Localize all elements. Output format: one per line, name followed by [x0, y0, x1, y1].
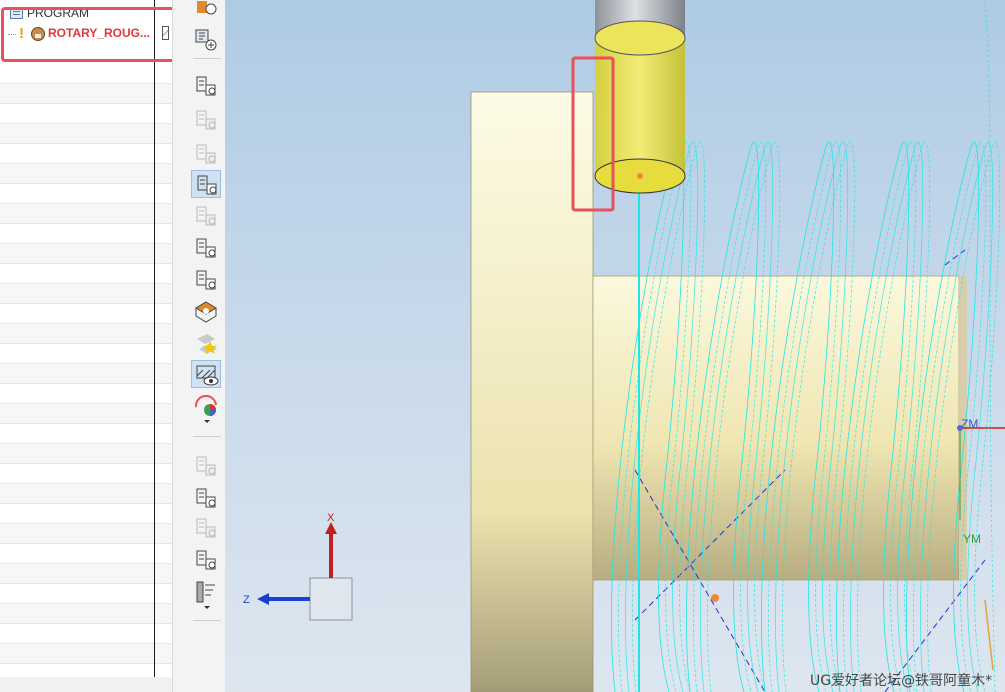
navigator-row[interactable]: [0, 324, 172, 344]
display-blank-button[interactable]: [191, 360, 221, 388]
triad-origin-box: [309, 577, 353, 621]
navigator-row[interactable]: [0, 204, 172, 224]
triad-z-arrow: [257, 593, 269, 605]
wcs-ym-label: YM: [963, 532, 981, 546]
generate-toolpath-icon: [194, 172, 220, 203]
navigator-row[interactable]: [0, 344, 172, 364]
graphics-window[interactable]: ZM YM X Z UG爱好者论坛@铁哥阿童木*: [225, 0, 1005, 692]
navigator-row[interactable]: [0, 84, 172, 104]
check-toolpath-button[interactable]: [191, 484, 221, 512]
navigator-row[interactable]: [0, 544, 172, 564]
navigator-row[interactable]: [0, 524, 172, 544]
display-blank-icon: [194, 362, 220, 393]
navigator-row[interactable]: [0, 444, 172, 464]
check-gouge-icon: [193, 515, 219, 546]
navigator-row[interactable]: [0, 504, 172, 524]
navigator-row[interactable]: [0, 584, 172, 604]
post-process-icon: [193, 235, 219, 266]
regenerate-toolpath-icon: [193, 107, 219, 138]
verify-toolpath-button[interactable]: [191, 202, 221, 230]
sync-manager-icon: [193, 547, 219, 578]
regenerate-toolpath-button[interactable]: [191, 106, 221, 134]
workpiece-flange: [470, 91, 594, 692]
replay-toolpath-button[interactable]: [191, 72, 221, 100]
operation-navigator: PROGRAM ! ROTARY_ROUG...: [0, 0, 172, 692]
navigator-row[interactable]: [0, 484, 172, 504]
tool-top-ellipse: [594, 20, 686, 56]
triad-x-label: X: [327, 512, 335, 524]
navigator-row[interactable]: [0, 244, 172, 264]
list-toolpath-icon: [193, 141, 219, 172]
material-removal-icon: [193, 299, 219, 330]
check-toolpath-icon: [193, 485, 219, 516]
tool-tip-point: [637, 173, 643, 179]
column-separator[interactable]: [154, 0, 155, 677]
navigator-row[interactable]: [0, 64, 172, 84]
triad-z-label: Z: [243, 594, 250, 606]
dropdown-arrow-icon[interactable]: [204, 420, 210, 423]
navigator-row[interactable]: [0, 224, 172, 244]
create-operation-button[interactable]: [191, 26, 221, 54]
navigator-scrollbar[interactable]: [0, 677, 172, 692]
model-scene: ZM YM X Z: [243, 0, 1005, 692]
navigator-row[interactable]: [0, 384, 172, 404]
toolbar-separator: [193, 436, 221, 437]
shop-documentation-icon: [193, 267, 219, 298]
verify-toolpath-icon: [193, 203, 219, 234]
navigator-row[interactable]: [0, 644, 172, 664]
mark-complete-icon: [193, 331, 219, 362]
view-triad[interactable]: X Z: [243, 512, 353, 621]
post-process-button[interactable]: [191, 234, 221, 262]
engage-point: [711, 594, 719, 602]
navigator-row[interactable]: [0, 264, 172, 284]
check-gouge-button[interactable]: [191, 514, 221, 542]
material-removal-button[interactable]: [191, 298, 221, 326]
navigator-row[interactable]: [0, 164, 172, 184]
navigator-row[interactable]: [0, 184, 172, 204]
navigator-empty-rows: [0, 64, 172, 684]
create-program-button[interactable]: [191, 0, 221, 26]
toolbar-separator: [193, 620, 221, 621]
shop-documentation-button[interactable]: [191, 266, 221, 294]
replay-toolpath-icon: [193, 73, 219, 104]
generate-toolpath-button[interactable]: [191, 170, 221, 198]
simulate-machine-button[interactable]: [191, 452, 221, 480]
dropdown-arrow-icon[interactable]: [204, 606, 210, 609]
list-toolpath-button[interactable]: [191, 140, 221, 168]
create-operation-icon: [193, 27, 219, 58]
navigator-row[interactable]: [0, 364, 172, 384]
simulate-machine-icon: [193, 453, 219, 484]
color-palette-button[interactable]: [191, 394, 221, 422]
navigator-row[interactable]: [0, 104, 172, 124]
wcs-zm-label: ZM: [961, 417, 978, 431]
annotation-highlight-box: [1, 7, 172, 62]
sync-manager-button[interactable]: [191, 546, 221, 574]
navigator-row[interactable]: [0, 624, 172, 644]
tool-holder-button[interactable]: [191, 578, 221, 606]
navigator-row[interactable]: [0, 564, 172, 584]
mark-complete-button[interactable]: [191, 330, 221, 358]
navigator-row[interactable]: [0, 144, 172, 164]
operation-toolbar: [172, 0, 226, 692]
navigator-row[interactable]: [0, 604, 172, 624]
part-edge-line: [984, 599, 994, 671]
navigator-row[interactable]: [0, 124, 172, 144]
toolbar-separator: [193, 58, 221, 59]
watermark: UG爱好者论坛@铁哥阿童木*: [810, 673, 993, 689]
navigator-row[interactable]: [0, 424, 172, 444]
navigator-row[interactable]: [0, 304, 172, 324]
navigator-row[interactable]: [0, 284, 172, 304]
navigator-row[interactable]: [0, 404, 172, 424]
navigator-row[interactable]: [0, 464, 172, 484]
